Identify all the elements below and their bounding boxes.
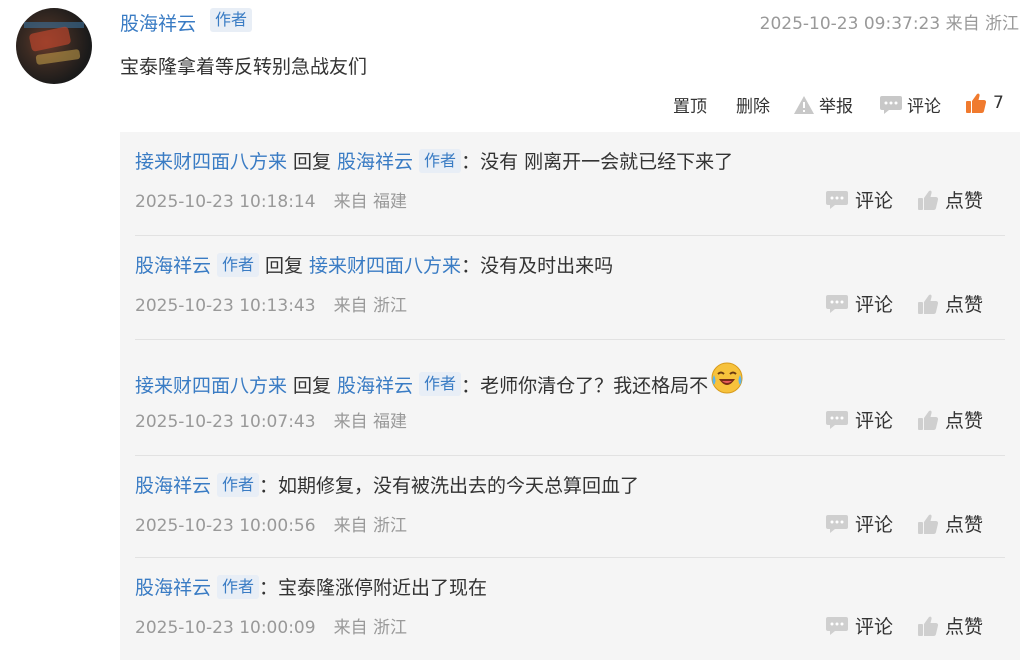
reply-location: 来自 浙江	[333, 618, 407, 638]
reply-to-name[interactable]: 股海祥云	[337, 147, 413, 174]
reply-text: ：没有及时出来吗	[461, 255, 614, 277]
comment-label: 评论	[855, 190, 894, 212]
comment-icon	[826, 294, 848, 313]
comment-label: 评论	[907, 97, 941, 117]
reply-from-name[interactable]: 股海祥云	[135, 573, 211, 600]
like-label: 点赞	[945, 410, 984, 432]
like-count: 7	[993, 93, 1004, 113]
author-badge: 作者	[217, 574, 260, 599]
author-badge: 作者	[217, 252, 260, 277]
reply-from-name[interactable]: 股海祥云	[135, 251, 211, 278]
thumbs-up-icon	[918, 410, 939, 430]
author-badge: 作者	[217, 472, 260, 497]
pin-label: 置顶	[673, 97, 707, 117]
comment-icon	[880, 95, 902, 114]
reply-text: ：宝泰隆涨停附近出了现在	[259, 577, 488, 599]
reply-like-button[interactable]: 点赞	[917, 406, 983, 433]
reply-item: 接来财四面八方来 回复 股海祥云 作者 ：没有 刚离开一会就已经下来了 2025…	[135, 147, 1005, 212]
reply-location: 来自 浙江	[333, 296, 407, 316]
reply-location: 来自 福建	[333, 412, 407, 432]
like-button[interactable]: 7	[965, 92, 1004, 114]
reply-time: 2025-10-23 10:07:43	[135, 412, 316, 432]
reply-comment-button[interactable]: 评论	[825, 406, 893, 433]
divider	[135, 235, 1005, 236]
reply-text: ：没有 刚离开一会就已经下来了	[461, 151, 734, 173]
reply-from-name[interactable]: 接来财四面八方来	[135, 371, 287, 398]
comment-icon	[826, 616, 848, 635]
thumbs-up-icon	[918, 294, 939, 314]
comment-label: 评论	[855, 616, 894, 638]
like-label: 点赞	[945, 190, 984, 212]
report-button[interactable]: 举报	[793, 92, 853, 117]
reply-item: 接来财四面八方来 回复 股海祥云 作者 ：老师你清仓了？我还格局不 2025-1…	[135, 362, 1005, 432]
thumbs-up-icon	[918, 190, 939, 210]
reply-word: 回复	[265, 255, 304, 277]
post-meta: 2025-10-23 09:37:23 来自 浙江	[759, 14, 1019, 34]
comment-icon	[826, 514, 848, 533]
comment-label: 评论	[855, 410, 894, 432]
reply-to-name[interactable]: 接来财四面八方来	[309, 251, 461, 278]
author-badge: 作者	[419, 148, 462, 173]
pin-button[interactable]: 置顶	[673, 92, 707, 117]
comment-icon	[826, 410, 848, 429]
laughing-crying-emoji-icon	[711, 362, 743, 394]
reply-item: 股海祥云 作者 回复 接来财四面八方来 ：没有及时出来吗 2025-10-23 …	[135, 251, 1005, 316]
report-label: 举报	[819, 97, 853, 117]
divider	[135, 339, 1005, 340]
reply-item: 股海祥云 作者 ：宝泰隆涨停附近出了现在 2025-10-23 10:00:09…	[135, 573, 1005, 638]
reply-location: 来自 福建	[333, 192, 407, 212]
reply-time: 2025-10-23 10:13:43	[135, 296, 316, 316]
reply-comment-button[interactable]: 评论	[825, 290, 893, 317]
thumbs-up-icon	[966, 93, 987, 114]
reply-like-button[interactable]: 点赞	[917, 290, 983, 317]
reply-like-button[interactable]: 点赞	[917, 186, 983, 213]
reply-word: 回复	[293, 151, 332, 173]
divider	[135, 455, 1005, 456]
author-avatar[interactable]	[16, 8, 92, 84]
thumbs-up-icon	[918, 616, 939, 636]
reply-to-name[interactable]: 股海祥云	[337, 371, 413, 398]
reply-time: 2025-10-23 10:00:09	[135, 618, 316, 638]
thumbs-up-icon	[918, 514, 939, 534]
like-label: 点赞	[945, 294, 984, 316]
post-author-name[interactable]: 股海祥云	[120, 9, 196, 36]
comment-label: 评论	[855, 514, 894, 536]
delete-label: 删除	[736, 97, 770, 117]
reply-location: 来自 浙江	[333, 516, 407, 536]
author-badge: 作者	[210, 8, 253, 32]
reply-from-name[interactable]: 股海祥云	[135, 471, 211, 498]
reply-comment-button[interactable]: 评论	[825, 612, 893, 639]
reply-comment-button[interactable]: 评论	[825, 510, 893, 537]
comment-icon	[826, 190, 848, 209]
warning-icon	[794, 95, 814, 114]
like-label: 点赞	[945, 514, 984, 536]
post-text: 宝泰隆拿着等反转别急战友们	[120, 56, 368, 78]
reply-from-name[interactable]: 接来财四面八方来	[135, 147, 287, 174]
divider	[135, 557, 1005, 558]
comment-label: 评论	[855, 294, 894, 316]
reply-text: ：如期修复，没有被洗出去的今天总算回血了	[259, 475, 640, 497]
reply-comment-button[interactable]: 评论	[825, 186, 893, 213]
reply-time: 2025-10-23 10:00:56	[135, 516, 316, 536]
replies-panel: 接来财四面八方来 回复 股海祥云 作者 ：没有 刚离开一会就已经下来了 2025…	[120, 132, 1020, 660]
author-badge: 作者	[419, 372, 462, 396]
reply-text: ：老师你清仓了？我还格局不	[461, 374, 709, 397]
reply-like-button[interactable]: 点赞	[917, 612, 983, 639]
reply-word: 回复	[293, 374, 332, 397]
reply-like-button[interactable]: 点赞	[917, 510, 983, 537]
delete-button[interactable]: 删除	[736, 92, 770, 117]
comment-button[interactable]: 评论	[879, 92, 941, 117]
reply-time: 2025-10-23 10:18:14	[135, 192, 316, 212]
reply-item: 股海祥云 作者 ：如期修复，没有被洗出去的今天总算回血了 2025-10-23 …	[135, 471, 1005, 536]
like-label: 点赞	[945, 616, 984, 638]
